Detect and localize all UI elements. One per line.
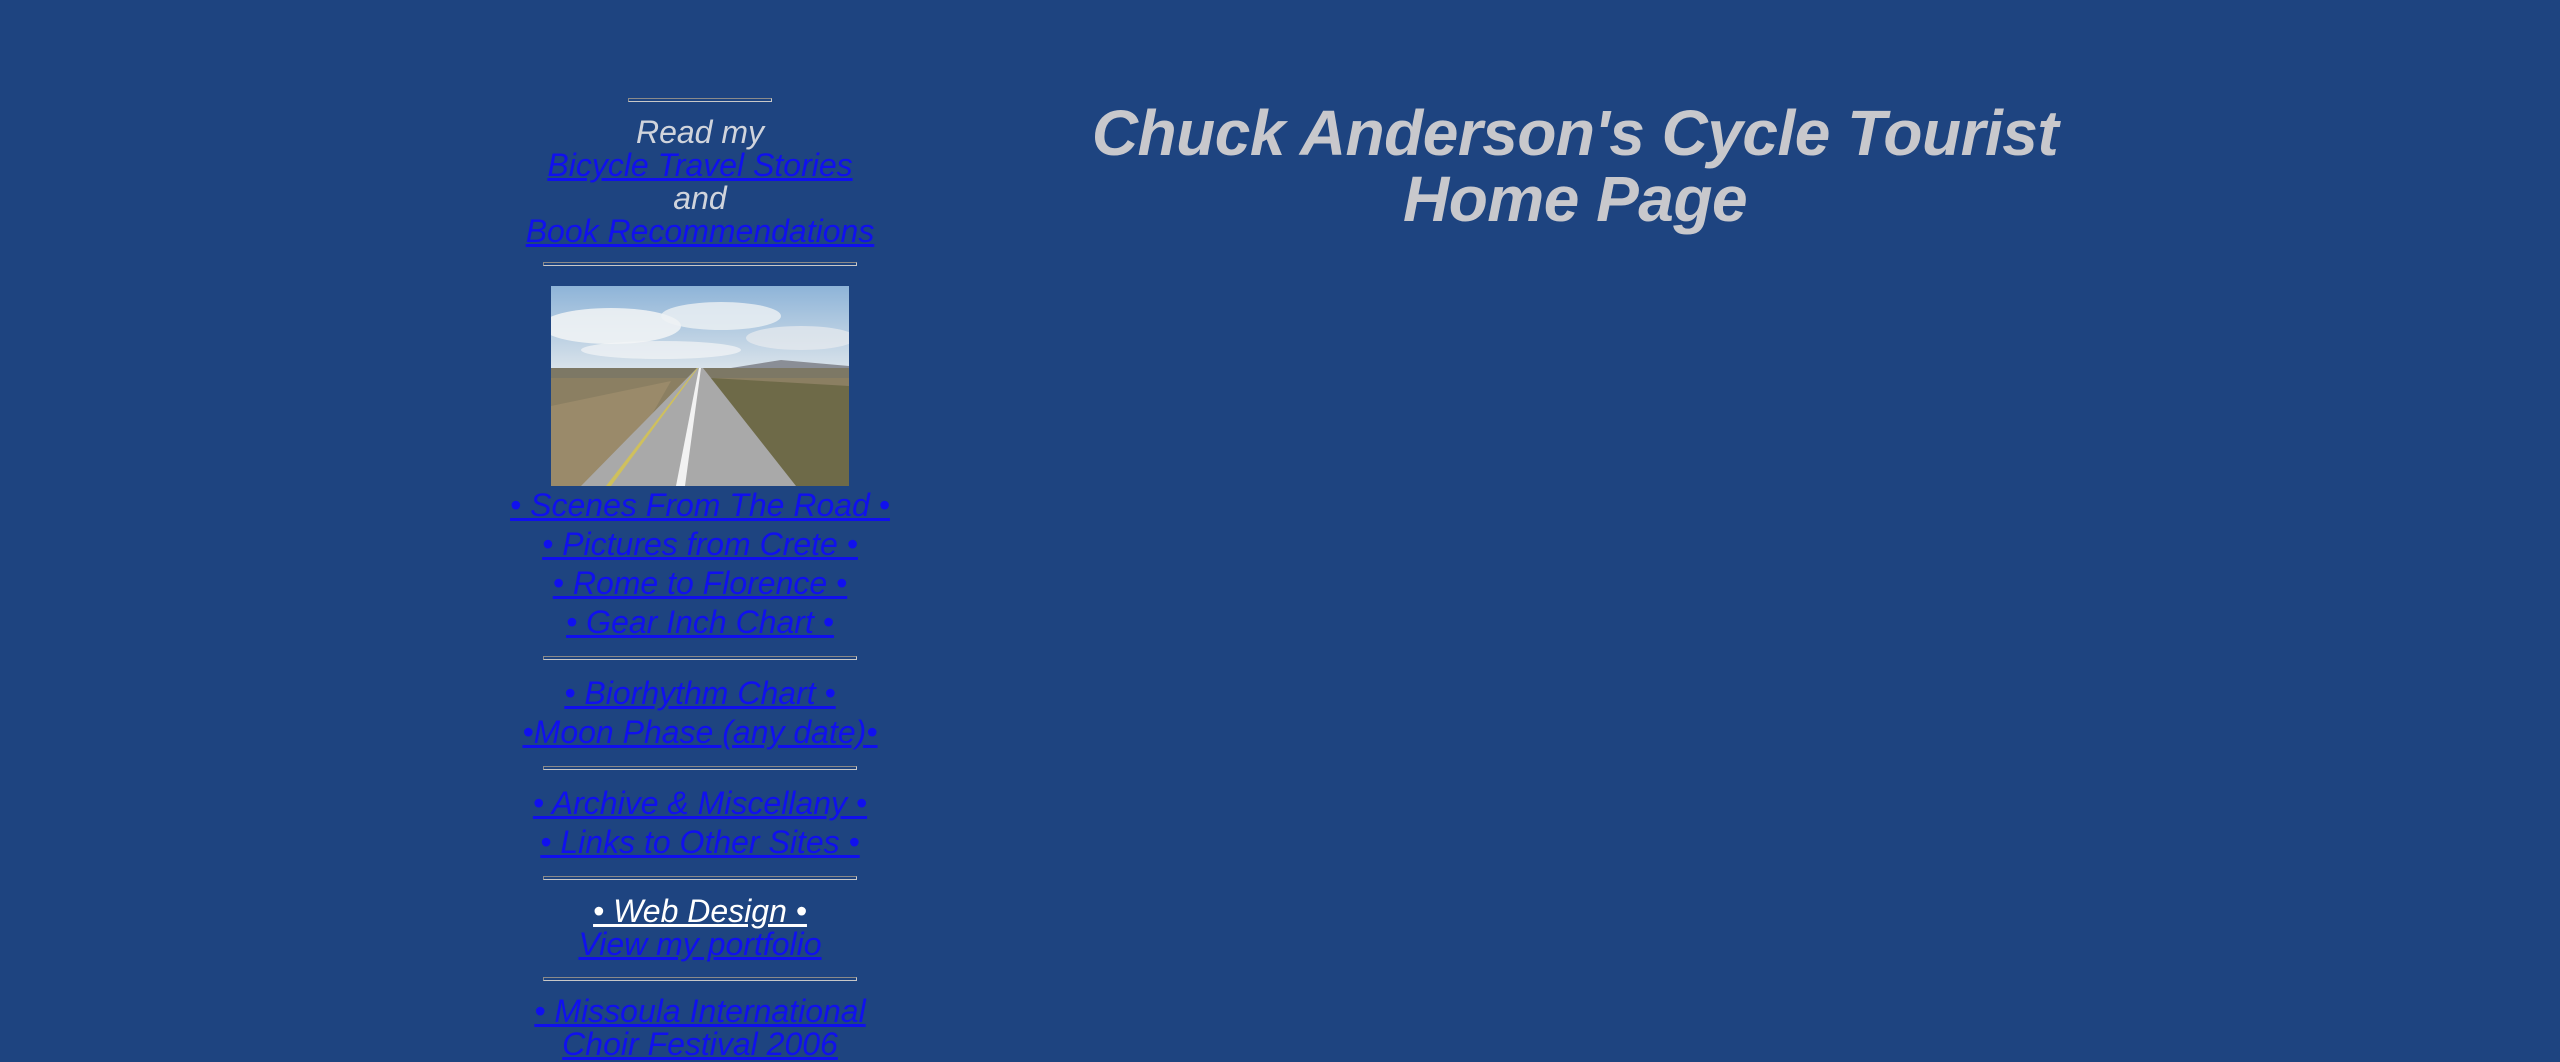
divider bbox=[543, 656, 857, 660]
divider bbox=[543, 876, 857, 880]
festival-block: • Missoula International Choir Festival … bbox=[500, 995, 900, 1061]
sidebar: Read my Bicycle Travel Stories and Book … bbox=[500, 98, 900, 1061]
page-title: Chuck Anderson's Cycle Tourist Home Page bbox=[1091, 97, 2059, 235]
road-photo bbox=[551, 286, 849, 486]
archive-miscellany-link[interactable]: • Archive & Miscellany • bbox=[500, 784, 900, 823]
rome-to-florence-link[interactable]: • Rome to Florence • bbox=[500, 564, 900, 603]
missoula-festival-link-line2[interactable]: Choir Festival 2006 bbox=[500, 1028, 900, 1061]
missoula-festival-link[interactable]: • Missoula International bbox=[500, 995, 900, 1028]
web-design-block: • Web Design • View my portfolio bbox=[500, 894, 900, 961]
divider bbox=[628, 98, 772, 102]
moon-phase-link[interactable]: •Moon Phase (any date)• bbox=[500, 713, 900, 752]
pictures-from-crete-link[interactable]: • Pictures from Crete • bbox=[500, 525, 900, 564]
scenes-from-the-road-link[interactable]: • Scenes From The Road • bbox=[500, 486, 900, 525]
travel-stories-link[interactable]: Bicycle Travel Stories bbox=[500, 149, 900, 182]
intro-text: Read my bbox=[635, 114, 765, 150]
nav-group-3: • Archive & Miscellany • • Links to Othe… bbox=[500, 784, 900, 862]
divider bbox=[543, 766, 857, 770]
book-recommendations-link[interactable]: Book Recommendations bbox=[500, 215, 900, 248]
divider bbox=[543, 977, 857, 981]
links-to-other-sites-link[interactable]: • Links to Other Sites • bbox=[500, 823, 900, 862]
gear-inch-chart-link[interactable]: • Gear Inch Chart • bbox=[500, 603, 900, 642]
biorhythm-chart-link[interactable]: • Biorhythm Chart • bbox=[500, 674, 900, 713]
web-design-heading: • Web Design • bbox=[593, 893, 807, 929]
view-portfolio-link[interactable]: View my portfolio bbox=[500, 928, 900, 961]
intro-block: Read my Bicycle Travel Stories and Book … bbox=[500, 116, 900, 248]
intro-and-text: and bbox=[673, 180, 727, 216]
nav-group-2: • Biorhythm Chart • •Moon Phase (any dat… bbox=[500, 674, 900, 752]
nav-group-1: • Scenes From The Road • • Pictures from… bbox=[500, 486, 900, 642]
divider bbox=[543, 262, 857, 266]
